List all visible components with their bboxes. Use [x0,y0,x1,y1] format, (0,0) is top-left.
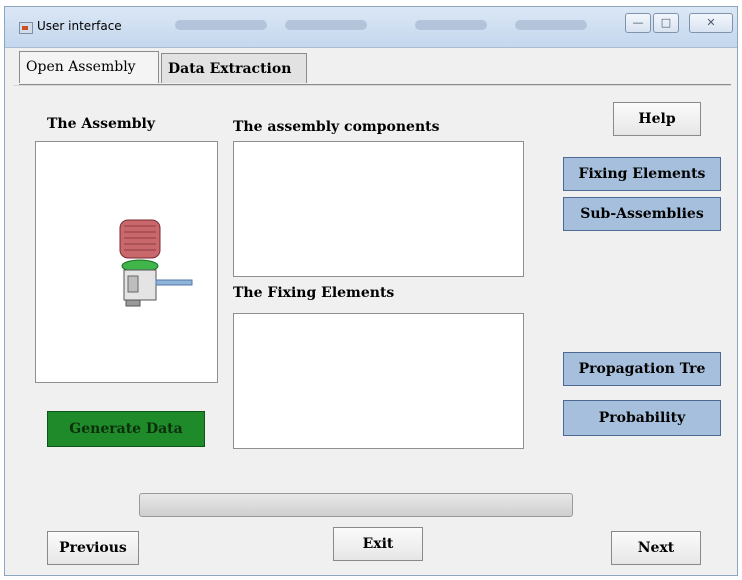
components-list[interactable] [233,141,524,277]
minimize-icon: — [632,16,644,29]
assembly-preview [35,141,218,383]
blurred-menu-item [515,20,587,30]
help-button[interactable]: Help [613,102,701,136]
window-title: User interface [37,19,122,33]
exit-label: Exit [362,536,394,552]
sub-assemblies-button[interactable]: Sub-Assemblies [563,197,721,231]
fixing-elements-button[interactable]: Fixing Elements [563,157,721,191]
propagation-tree-label: Propagation Tre [578,361,706,377]
generate-data-label: Generate Data [69,421,183,437]
next-button[interactable]: Next [611,531,701,565]
fixing-elements-label: The Fixing Elements [233,285,395,301]
fixing-elements-list[interactable] [233,313,524,449]
blurred-menu-item [415,20,487,30]
assembly-label: The Assembly [47,116,155,132]
maximize-button[interactable]: □ [653,13,679,33]
maximize-icon: □ [660,16,672,29]
next-label: Next [637,540,675,556]
probability-label: Probability [598,410,686,426]
tab-open-assembly[interactable]: Open Assembly [19,51,159,83]
close-button[interactable]: ✕ [689,13,733,33]
generate-data-button[interactable]: Generate Data [47,411,205,447]
tab-label: Data Extraction [168,61,292,77]
tab-data-extraction[interactable]: Data Extraction [161,53,307,83]
blurred-menu-item [175,20,267,30]
sub-assemblies-label: Sub-Assemblies [580,206,704,222]
close-icon: ✕ [706,16,716,29]
help-label: Help [638,111,676,127]
probability-button[interactable]: Probability [563,400,721,436]
minimize-button[interactable]: — [625,13,651,33]
exit-button[interactable]: Exit [333,527,423,561]
progress-bar [139,493,573,517]
title-bar[interactable]: User interface — □ ✕ [5,7,737,48]
blurred-menu-item [285,20,367,30]
previous-label: Previous [59,540,127,556]
tab-label: Open Assembly [26,59,136,75]
fixing-elements-button-label: Fixing Elements [578,166,706,182]
previous-button[interactable]: Previous [47,531,139,565]
assembly-image [119,219,193,307]
propagation-tree-button[interactable]: Propagation Tre [563,352,721,386]
components-label: The assembly components [233,119,440,135]
app-window: User interface — □ ✕ Open Assembly Data … [4,6,738,576]
app-icon [19,22,33,34]
